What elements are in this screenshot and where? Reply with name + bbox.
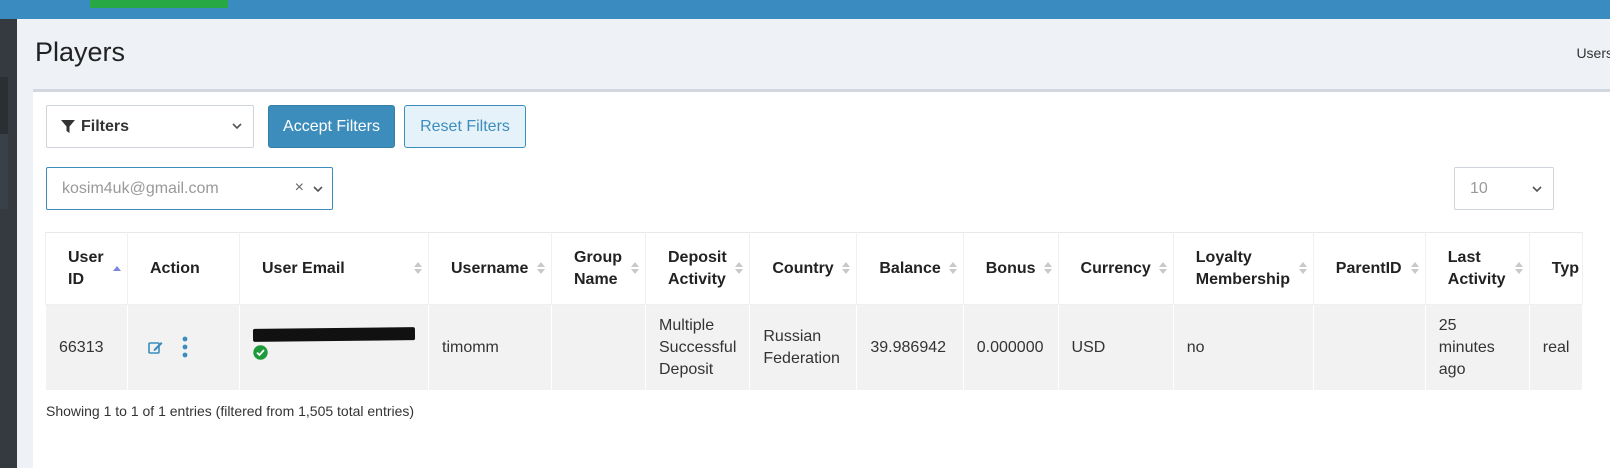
accept-filters-button[interactable]: Accept Filters	[268, 105, 395, 148]
table-row: 66313 timomm Multiple Successful Deposit…	[45, 304, 1584, 391]
column-header-user-email[interactable]: User Email	[239, 232, 429, 305]
filters-dropdown-label: Filters	[81, 117, 130, 135]
page-title: Players	[35, 37, 126, 67]
column-header-last-activity[interactable]: Last Activity	[1424, 232, 1530, 305]
navbar-active-indicator[interactable]	[90, 0, 228, 8]
top-navbar	[0, 0, 1610, 19]
chevron-down-icon	[232, 123, 242, 130]
sort-icon	[1410, 262, 1419, 274]
left-sidebar	[0, 19, 17, 468]
cell-action	[127, 304, 240, 391]
page-length-value: 10	[1470, 179, 1488, 197]
table-info: Showing 1 to 1 of 1 entries (filtered fr…	[46, 403, 415, 419]
column-header-deposit-activity[interactable]: Deposit Activity	[644, 232, 751, 305]
cell-parent-id	[1312, 304, 1426, 391]
cell-loyalty-membership: no	[1172, 304, 1314, 391]
chevron-down-icon	[1532, 186, 1542, 193]
sort-icon	[631, 262, 639, 274]
chevron-down-icon[interactable]	[312, 183, 324, 195]
sort-icon	[1298, 262, 1307, 274]
cell-user-email	[239, 304, 429, 391]
sort-icon	[414, 262, 422, 274]
page-header: Players Users	[17, 19, 1610, 89]
verified-check-icon	[253, 345, 268, 360]
column-header-username[interactable]: Username	[428, 232, 552, 305]
breadcrumb[interactable]: Users	[1576, 45, 1610, 61]
table-header-row: User ID Action User Email Username Group…	[45, 232, 1584, 305]
column-header-loyalty-membership[interactable]: Loyalty Membership	[1172, 232, 1314, 305]
column-header-country[interactable]: Country	[749, 232, 858, 305]
sort-asc-icon	[113, 266, 121, 271]
cell-type: real	[1528, 304, 1584, 391]
column-header-action: Action	[127, 232, 240, 305]
column-header-parent-id[interactable]: ParentID	[1312, 232, 1426, 305]
column-header-balance[interactable]: Balance	[856, 232, 964, 305]
sort-icon	[1043, 262, 1052, 274]
sort-icon	[842, 262, 851, 274]
email-search-select[interactable]: kosim4uk@gmail.com ×	[46, 167, 333, 210]
players-table: User ID Action User Email Username Group…	[45, 232, 1584, 391]
filters-dropdown[interactable]: Filters	[46, 105, 254, 148]
edit-icon[interactable]	[148, 340, 164, 355]
page-length-select[interactable]: 10	[1454, 167, 1554, 210]
redacted-email	[252, 327, 416, 342]
sort-icon	[735, 262, 744, 274]
players-card: Filters Accept Filters Reset Filters kos…	[33, 89, 1610, 468]
column-header-bonus[interactable]: Bonus	[962, 232, 1059, 305]
clear-icon[interactable]: ×	[295, 179, 304, 197]
reset-filters-button[interactable]: Reset Filters	[404, 105, 526, 148]
cell-country: Russian Federation	[749, 304, 858, 391]
cell-group-name	[551, 304, 646, 391]
sort-icon	[948, 262, 957, 274]
more-vertical-icon[interactable]	[182, 336, 188, 358]
sort-icon	[1514, 262, 1523, 274]
sort-icon	[1158, 262, 1167, 274]
sort-icon	[537, 262, 545, 274]
cell-user-id: 66313	[45, 304, 128, 391]
column-header-user-id[interactable]: User ID	[45, 232, 128, 305]
cell-deposit-activity: Multiple Successful Deposit	[644, 304, 751, 391]
column-header-group-name[interactable]: Group Name	[551, 232, 646, 305]
cell-last-activity: 25 minutes ago	[1424, 304, 1530, 391]
cell-balance: 39.986942	[856, 304, 964, 391]
filter-icon	[61, 119, 75, 133]
cell-currency: USD	[1057, 304, 1174, 391]
column-header-currency[interactable]: Currency	[1057, 232, 1174, 305]
column-header-type[interactable]: Typ	[1528, 232, 1584, 305]
cell-username: timomm	[428, 304, 552, 391]
cell-bonus: 0.000000	[962, 304, 1059, 391]
email-search-value: kosim4uk@gmail.com	[62, 179, 219, 197]
